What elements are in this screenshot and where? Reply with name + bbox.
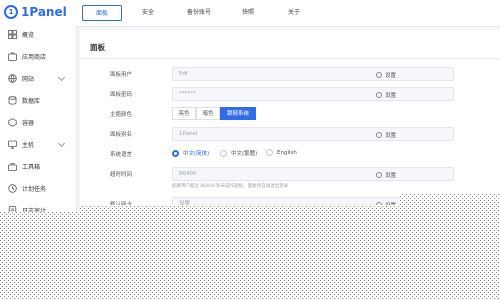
sidebar-item-database[interactable]: 数据库: [2, 90, 72, 111]
sidebar-item-label: 日志审计: [22, 208, 47, 215]
sidebar-item-label: 应用商店: [22, 54, 47, 61]
sidebar-item-container[interactable]: 容器: [2, 112, 72, 133]
website-icon: [8, 74, 17, 83]
sidebar-item-log-audit[interactable]: 日志审计: [2, 200, 72, 221]
radio-dot: [172, 149, 179, 157]
brand-name: 1Panel: [21, 5, 67, 19]
panel-logo-icon: 1: [4, 5, 18, 19]
container-icon: [8, 118, 17, 127]
row-default-network: 默认网卡 设置 设置: [80, 196, 500, 212]
sidebar-item-app-store[interactable]: 应用商店: [2, 46, 72, 67]
host-icon: [8, 140, 17, 149]
theme-dark-button[interactable]: 暗色: [196, 107, 220, 120]
sidebar-item-website[interactable]: 网站: [2, 68, 72, 89]
set-network-button[interactable]: 设置: [376, 199, 396, 210]
radio-dot: [266, 149, 273, 156]
row-panel-user: 面板用户 Pdf 设置: [80, 66, 500, 82]
sidebar-item-label: 工具箱: [22, 164, 41, 171]
radio-label: 中文(简体): [183, 151, 210, 157]
button-label: 设置: [385, 172, 397, 179]
divider: [80, 58, 500, 59]
panel-name-field: 1Panel: [172, 127, 454, 141]
sidebar-item-label: 容器: [22, 120, 35, 127]
database-icon: [8, 96, 17, 105]
sidebar-item-cron[interactable]: 计划任务: [2, 178, 72, 199]
set-timeout-button[interactable]: 设置: [376, 169, 396, 180]
theme-system-button[interactable]: 跟随系统: [220, 107, 256, 120]
field-label: 面板用户: [110, 72, 133, 78]
timeout-hint: 如果用户超过 86400 秒未操作面板，面板将自动退出登录: [172, 184, 289, 189]
button-label: 设置: [385, 92, 397, 99]
row-theme: 主题颜色 亮色 暗色 跟随系统: [80, 106, 500, 122]
language-zh-cn-radio[interactable]: 中文(简体): [172, 149, 209, 157]
toolbox-icon: [8, 162, 17, 171]
row-language: 系统语言 中文(简体) 中文(繁體) English: [80, 146, 500, 162]
field-label: 面板别名: [110, 132, 133, 138]
set-password-button[interactable]: 设置: [376, 89, 396, 100]
gear-icon: [376, 171, 382, 178]
radio-dot: [220, 149, 227, 157]
settings-tabs: 面板 安全 备份账号 快照 关于: [76, 0, 500, 27]
tab-snapshot[interactable]: 快照: [228, 5, 268, 21]
field-label: 主题颜色: [110, 112, 133, 118]
overview-icon: [8, 30, 17, 39]
panel-password-field: ******: [172, 87, 454, 101]
sidebar-item-toolbox[interactable]: 工具箱: [2, 156, 72, 177]
field-label: 面板密码: [110, 92, 133, 98]
tab-panel[interactable]: 面板: [82, 5, 122, 21]
tab-about[interactable]: 关于: [274, 5, 314, 21]
panel-user-field: Pdf: [172, 67, 454, 81]
sidebar-item-host[interactable]: 主机: [2, 134, 72, 155]
page-title: 面板: [90, 43, 105, 52]
sidebar-item-label: 概览: [22, 32, 35, 39]
app-store-icon: [8, 52, 17, 61]
default-network-field: 设置: [172, 197, 454, 211]
chevron-down-icon: [57, 139, 66, 148]
brand-logo[interactable]: 1 1Panel: [4, 3, 67, 21]
chevron-down-icon: [57, 73, 66, 82]
row-timeout: 超时时间 86400 设置: [80, 166, 500, 182]
gear-icon: [376, 201, 382, 208]
theme-light-button[interactable]: 亮色: [172, 107, 196, 120]
panel-settings-card: 面板 面板用户 Pdf 设置 面板密码 ****** 设置 主题颜色 亮色 暗色…: [80, 30, 500, 300]
set-user-button[interactable]: 设置: [376, 69, 396, 80]
button-label: 设置: [385, 72, 397, 79]
sidebar: 1 1Panel 概览 应用商店 网站 数据库 容器 主机 工具箱 计划任务 日…: [0, 0, 77, 300]
sidebar-item-overview[interactable]: 概览: [2, 24, 72, 45]
field-label: 系统语言: [110, 152, 133, 158]
language-zh-tw-radio[interactable]: 中文(繁體): [220, 149, 257, 157]
sidebar-menu: 概览 应用商店 网站 数据库 容器 主机 工具箱 计划任务 日志审计: [0, 24, 76, 222]
sidebar-item-label: 数据库: [22, 98, 41, 105]
button-label: 设置: [385, 202, 397, 209]
tab-security[interactable]: 安全: [128, 5, 168, 21]
sidebar-item-label: 网站: [22, 76, 35, 83]
log-icon: [8, 206, 17, 215]
sidebar-item-label: 计划任务: [22, 186, 47, 193]
radio-label: English: [277, 149, 297, 156]
row-panel-password: 面板密码 ****** 设置: [80, 86, 500, 102]
set-panel-name-button[interactable]: 设置: [376, 129, 396, 140]
gear-icon: [376, 71, 382, 78]
gear-icon: [376, 91, 382, 98]
timeout-field: 86400: [172, 167, 454, 181]
language-en-radio[interactable]: English: [266, 149, 297, 156]
gear-icon: [376, 131, 382, 138]
tab-backup-account[interactable]: 备份账号: [176, 5, 222, 21]
sidebar-item-label: 主机: [22, 142, 35, 149]
radio-label: 中文(繁體): [231, 151, 258, 157]
cron-icon: [8, 184, 17, 193]
field-label: 默认网卡: [110, 202, 133, 208]
row-panel-name: 面板别名 1Panel 设置: [80, 126, 500, 142]
field-label: 超时时间: [110, 172, 133, 178]
button-label: 设置: [385, 132, 397, 139]
